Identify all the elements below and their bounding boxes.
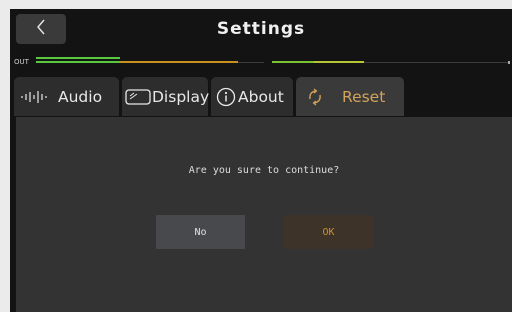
settings-screen: Settings OUT Audio Display About Reset A… [10,9,512,312]
tab-audio[interactable]: Audio [14,77,119,116]
tab-reset[interactable]: Reset [296,77,404,116]
tab-about-label: About [238,87,284,106]
output-meter-label: OUT [14,58,29,66]
ok-button[interactable]: OK [284,215,373,249]
tab-display-label: Display [152,87,210,106]
tab-display[interactable]: Display [122,77,210,116]
waveform-icon [21,90,52,104]
reset-icon [306,87,324,107]
confirm-question: Are you sure to continue? [188,165,340,176]
output-meter-right [272,57,510,66]
reset-dialog: Are you sure to continue? No OK [16,117,512,312]
info-icon [216,87,236,107]
tab-audio-label: Audio [58,87,103,106]
tab-about[interactable]: About [211,77,293,116]
page-title: Settings [216,19,306,39]
settings-tabs: Audio Display About Reset [14,77,404,116]
output-meter-left [36,57,264,66]
tab-reset-label: Reset [342,87,386,106]
no-button[interactable]: No [156,215,245,249]
display-icon [125,88,151,105]
